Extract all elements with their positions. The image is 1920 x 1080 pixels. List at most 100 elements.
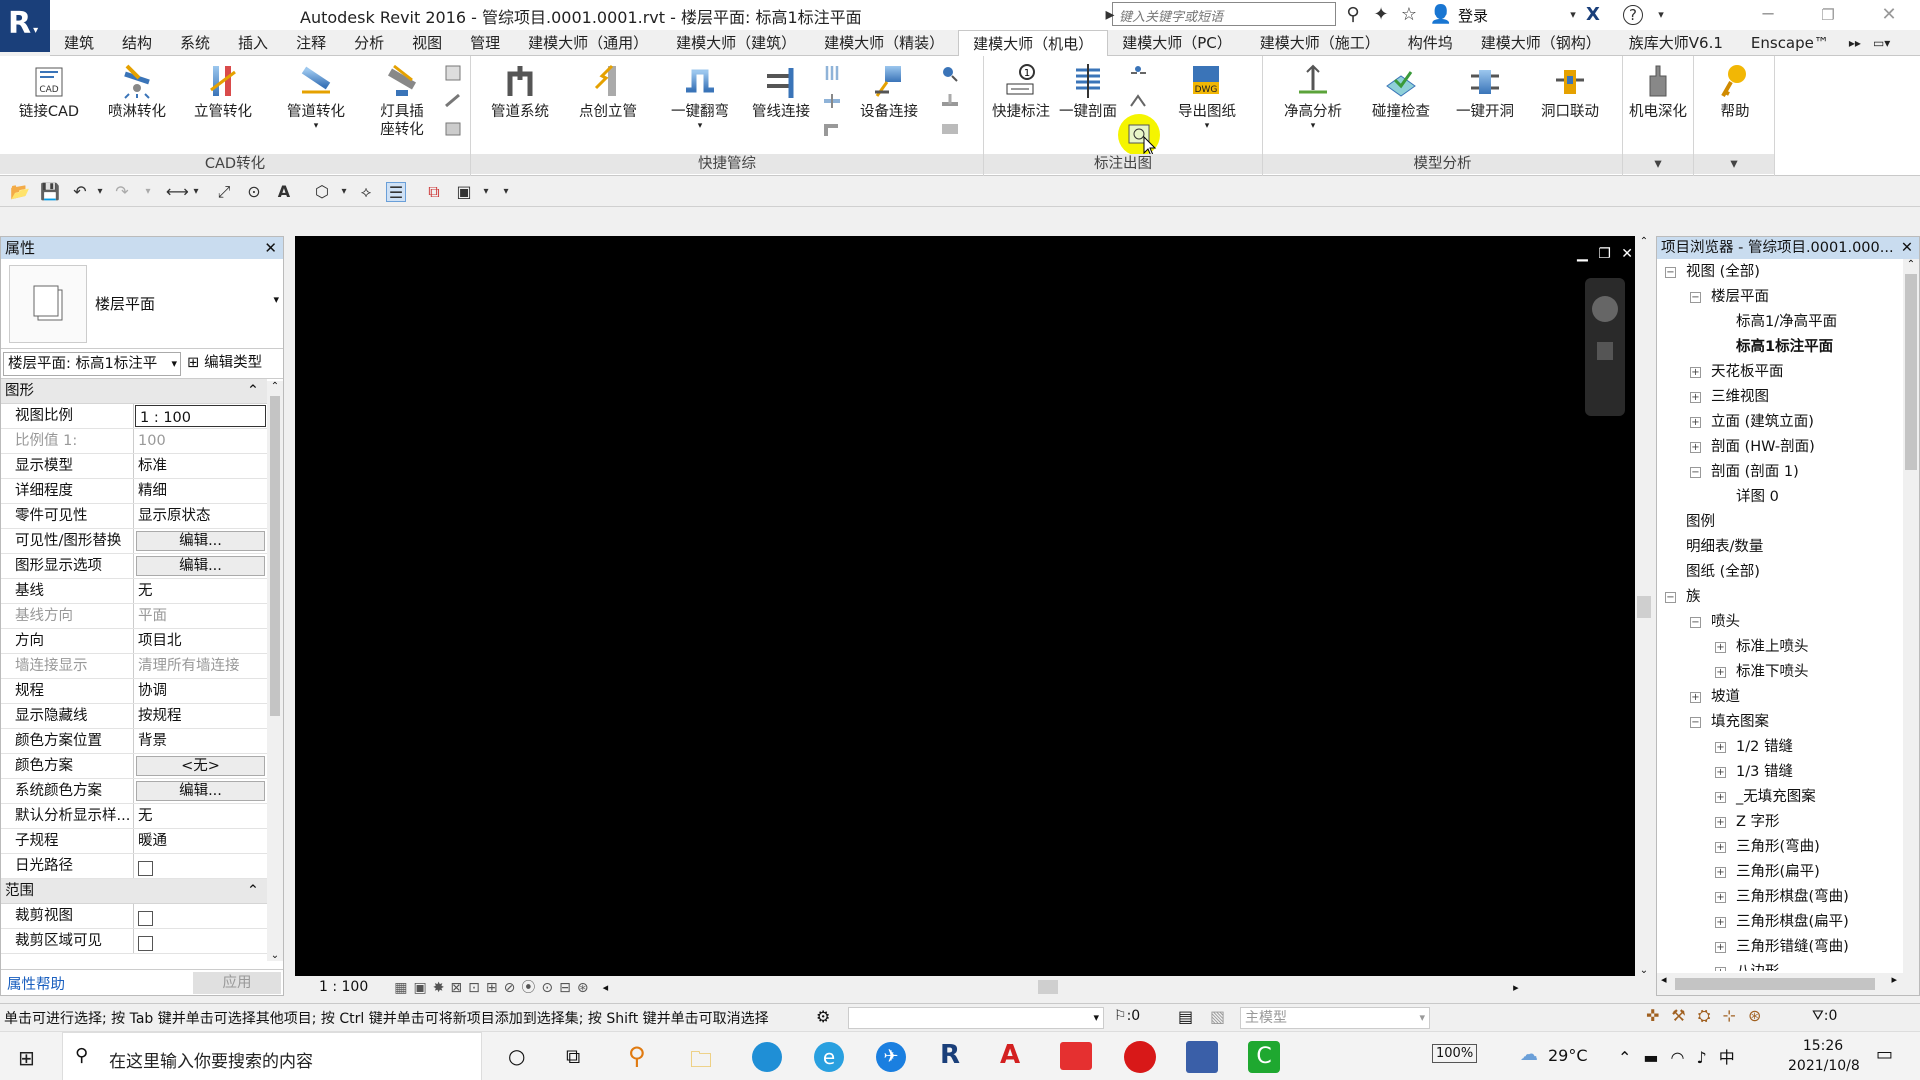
export-drawing-button[interactable]: DWG 导出图纸 ▾ xyxy=(1174,62,1240,131)
close-icon[interactable]: ✕ xyxy=(264,237,277,259)
task-view-icon[interactable]: ⧉ xyxy=(566,1044,580,1068)
type-selector[interactable]: 楼层平面 ▾ xyxy=(1,259,283,349)
scroll-down-icon[interactable]: ⌄ xyxy=(1635,965,1653,976)
expand-icon[interactable]: + xyxy=(1690,391,1701,403)
tree-node[interactable]: − 视图 (全部) xyxy=(1665,262,1760,282)
tab-systems[interactable]: 系统 xyxy=(166,30,224,56)
small-tool-icon[interactable] xyxy=(443,92,463,110)
group-range[interactable]: 范围 ⌃ xyxy=(1,879,267,904)
panel-mep-dropdown[interactable]: ▾ xyxy=(1623,154,1693,174)
tab-modeling-pc[interactable]: 建模大师（PC） xyxy=(1108,30,1246,56)
save-icon[interactable]: 💾 xyxy=(40,182,60,202)
small-tag-icon[interactable] xyxy=(1128,64,1148,82)
pipe-convert-button[interactable]: 管道转化 ▾ xyxy=(283,62,349,131)
collapse-icon[interactable]: − xyxy=(1690,616,1701,628)
clock[interactable]: 15:26 2021/10/8 xyxy=(1788,1036,1860,1076)
chevron-down-icon[interactable]: ▾ xyxy=(476,182,496,202)
ribbon-minimize-icon[interactable]: ▭▾ xyxy=(1867,30,1896,56)
steering-wheel-icon[interactable] xyxy=(1592,296,1618,322)
user-icon[interactable]: 👤 xyxy=(1428,2,1454,28)
fixture-socket-convert-button[interactable]: 灯具插 座转化 xyxy=(369,62,435,139)
horizontal-scroll-thumb[interactable] xyxy=(1038,980,1059,994)
tree-node[interactable]: + 八边形 xyxy=(1715,962,1780,971)
zoom-icon[interactable] xyxy=(1597,342,1613,360)
login-label[interactable]: 登录 xyxy=(1458,5,1488,26)
tree-node[interactable]: + 三角形棋盘(扁平) xyxy=(1715,912,1849,932)
properties-scrollbar[interactable]: ⌃ ⌄ xyxy=(267,381,283,961)
minimize-view-icon[interactable]: ▁ xyxy=(1577,246,1588,262)
crop-view-checkbox[interactable] xyxy=(138,910,153,926)
small-tool-icon[interactable] xyxy=(443,64,463,82)
tree-node[interactable]: +1/2 错缝 xyxy=(1715,737,1793,757)
tree-node[interactable]: + 三角形棋盘(弯曲) xyxy=(1715,887,1849,907)
collapse-icon[interactable]: − xyxy=(1690,716,1701,728)
view-scale-value[interactable]: 1 : 100 xyxy=(319,979,368,995)
expand-icon[interactable]: + xyxy=(1715,841,1726,853)
chevron-down-icon[interactable]: ▾ xyxy=(334,182,354,202)
panel-help-dropdown[interactable]: ▾ xyxy=(1694,154,1774,174)
expand-icon[interactable]: + xyxy=(1715,891,1726,903)
tab-component-dock[interactable]: 构件坞 xyxy=(1394,30,1467,56)
scroll-down-icon[interactable]: ⌄ xyxy=(267,950,283,961)
pipe-system-button[interactable]: 管道系统 xyxy=(487,62,553,122)
tab-annotate[interactable]: 注释 xyxy=(282,30,340,56)
expand-icon[interactable]: + xyxy=(1715,791,1726,803)
help-dropdown-icon[interactable]: ▾ xyxy=(1648,2,1674,28)
small-pipe-icon[interactable] xyxy=(822,92,842,110)
tree-node[interactable]: 图纸 (全部) xyxy=(1665,562,1760,582)
restore-view-icon[interactable]: ❐ xyxy=(1598,246,1611,262)
riser-convert-button[interactable]: 立管转化 xyxy=(190,62,256,122)
design-options-icon[interactable]: ▧ xyxy=(1210,1007,1225,1026)
tree-node[interactable]: + Z 字形 xyxy=(1715,812,1780,832)
tree-node[interactable]: + 标准上喷头 xyxy=(1715,637,1809,657)
measure-icon[interactable]: ⟷ xyxy=(166,182,189,202)
tab-architecture[interactable]: 建筑 xyxy=(50,30,108,56)
file-explorer-icon[interactable]: 🗀 xyxy=(690,1043,712,1080)
editing-requests-icon[interactable]: ▤ xyxy=(1178,1007,1193,1026)
tree-node[interactable]: + 立面 (建筑立面) xyxy=(1690,412,1814,432)
subscription-icon[interactable]: ✦ xyxy=(1368,2,1394,28)
tag-icon[interactable]: ⊙ xyxy=(244,182,264,202)
small-tag-icon[interactable] xyxy=(1128,92,1148,110)
view-control-icons[interactable]: ▦▣✸⊠⊡⊞⊘⦿⊙⊟⊛ xyxy=(394,977,594,997)
properties-help-link[interactable]: 属性帮助 xyxy=(7,973,65,994)
expand-icon[interactable]: + xyxy=(1715,916,1726,928)
tree-node[interactable]: − 剖面 (剖面 1) xyxy=(1690,462,1799,482)
group-graphics[interactable]: 图形 ⌃ xyxy=(1,379,267,404)
tab-analyze[interactable]: 分析 xyxy=(340,30,398,56)
expand-icon[interactable]: + xyxy=(1715,641,1726,653)
expand-icon[interactable]: + xyxy=(1690,416,1701,428)
collision-check-button[interactable]: 碰撞检查 xyxy=(1368,62,1434,122)
navisworks-app-icon[interactable] xyxy=(1186,1041,1218,1073)
tree-node[interactable]: + 剖面 (HW-剖面) xyxy=(1690,437,1815,457)
filter-count[interactable]: ⛛:0 xyxy=(1812,1008,1837,1024)
scroll-left-icon[interactable]: ◂ xyxy=(1661,973,1667,986)
collapse-icon[interactable]: − xyxy=(1690,291,1701,303)
help-button[interactable]: 帮助 xyxy=(1702,62,1768,122)
scroll-right-icon[interactable]: ▸ xyxy=(1891,973,1897,986)
close-icon[interactable]: ✕ xyxy=(1876,2,1902,28)
collapse-icon[interactable]: − xyxy=(1665,266,1676,278)
tab-modeling-architecture[interactable]: 建模大师（建筑） xyxy=(662,30,810,56)
tab-modeling-general[interactable]: 建模大师（通用） xyxy=(514,30,662,56)
pipe-connect-button[interactable]: 管线连接 xyxy=(748,62,814,122)
small-pipe-icon[interactable] xyxy=(822,64,842,82)
expand-icon[interactable]: + xyxy=(1690,441,1701,453)
tree-node[interactable]: + 坡道 xyxy=(1690,687,1740,707)
scroll-thumb[interactable] xyxy=(1675,978,1875,990)
redo-icon[interactable]: ↷ xyxy=(112,182,132,202)
tree-node[interactable]: + 标准下喷头 xyxy=(1715,662,1809,682)
opening-link-button[interactable]: 洞口联动 xyxy=(1537,62,1603,122)
tab-structure[interactable]: 结构 xyxy=(108,30,166,56)
one-key-section-button[interactable]: 一键剖面 xyxy=(1055,62,1121,122)
section-icon[interactable]: ⟡ xyxy=(356,182,376,202)
tree-node[interactable]: − 填充图案 xyxy=(1690,712,1769,732)
clearance-analysis-button[interactable]: 净高分析 ▾ xyxy=(1280,62,1346,131)
tree-node[interactable]: + 天花板平面 xyxy=(1690,362,1784,382)
small-tool-icon[interactable] xyxy=(940,92,960,110)
tab-modeling-mep[interactable]: 建模大师（机电） xyxy=(958,29,1109,56)
tree-node[interactable]: 详图 0 xyxy=(1715,487,1779,507)
scroll-thumb[interactable] xyxy=(1637,596,1651,618)
search-input[interactable]: 键入关键字或短语 xyxy=(1112,2,1336,26)
close-icon[interactable]: ✕ xyxy=(1900,237,1913,259)
